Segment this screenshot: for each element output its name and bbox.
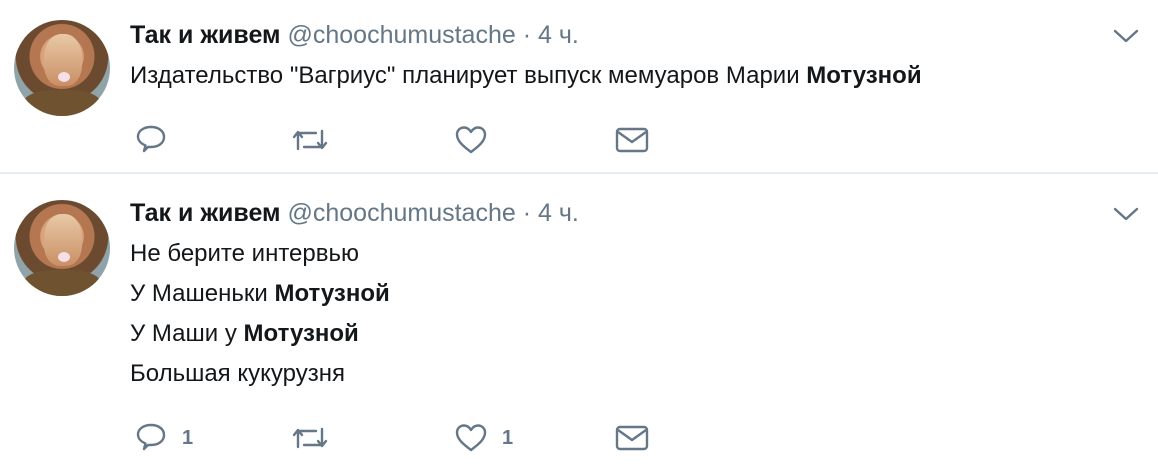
tweet-line: У Маши у Мотузной [130, 320, 359, 347]
direct-message-button[interactable] [614, 122, 650, 158]
avatar-shirt [24, 90, 100, 116]
timestamp[interactable]: 4 ч. [538, 199, 579, 227]
retweet-button[interactable] [290, 420, 344, 456]
tweet-line: Издательство "Вагриус" планирует выпуск … [130, 62, 922, 89]
separator: · [522, 21, 532, 49]
chevron-down-icon[interactable] [1112, 26, 1140, 46]
direct-message-button[interactable] [614, 420, 650, 456]
tweet-line: Большая кукурузня [130, 360, 345, 387]
reply-count: 1 [182, 426, 194, 449]
reply-icon [134, 123, 168, 157]
envelope-icon [614, 123, 650, 157]
tweet-header: Так и живем @choochumustache · 4 ч. [130, 20, 579, 50]
tweet-header: Так и живем @choochumustache · 4 ч. [130, 198, 579, 228]
user-handle[interactable]: @choochumustache [287, 199, 515, 227]
like-button[interactable] [454, 122, 502, 158]
envelope-icon [614, 421, 650, 455]
like-button[interactable]: 1 [454, 420, 513, 456]
reply-button[interactable]: 1 [134, 420, 193, 456]
tweet-line: У Машеньки Мотузной [130, 280, 390, 307]
avatar-shirt [24, 270, 100, 296]
avatar-gum [58, 252, 70, 262]
reply-button[interactable] [134, 122, 182, 158]
reply-icon [134, 421, 168, 455]
user-handle[interactable]: @choochumustache [287, 21, 515, 49]
retweet-button[interactable] [290, 122, 344, 158]
tweet-actions: 1 1 [134, 420, 674, 456]
avatar-gum [58, 72, 70, 82]
tweet[interactable]: Так и живем @choochumustache · 4 ч. Не б… [0, 174, 1158, 470]
separator: · [522, 199, 532, 227]
tweet-text: Издательство "Вагриус" планирует выпуск … [130, 56, 922, 96]
timestamp[interactable]: 4 ч. [538, 21, 579, 49]
retweet-icon [290, 123, 330, 157]
avatar[interactable] [14, 200, 110, 296]
tweet[interactable]: Так и живем @choochumustache · 4 ч. Изда… [0, 0, 1158, 174]
retweet-icon [290, 421, 330, 455]
tweet-line: Не берите интервью [130, 240, 359, 267]
chevron-down-icon[interactable] [1112, 204, 1140, 224]
tweet-text: Не берите интервью У Машеньки Мотузной У… [130, 234, 390, 394]
avatar[interactable] [14, 20, 110, 116]
display-name[interactable]: Так и живем [130, 21, 281, 49]
tweet-actions [134, 122, 674, 158]
like-count: 1 [502, 426, 514, 449]
heart-icon [454, 421, 488, 455]
heart-icon [454, 123, 488, 157]
display-name[interactable]: Так и живем [130, 199, 281, 227]
